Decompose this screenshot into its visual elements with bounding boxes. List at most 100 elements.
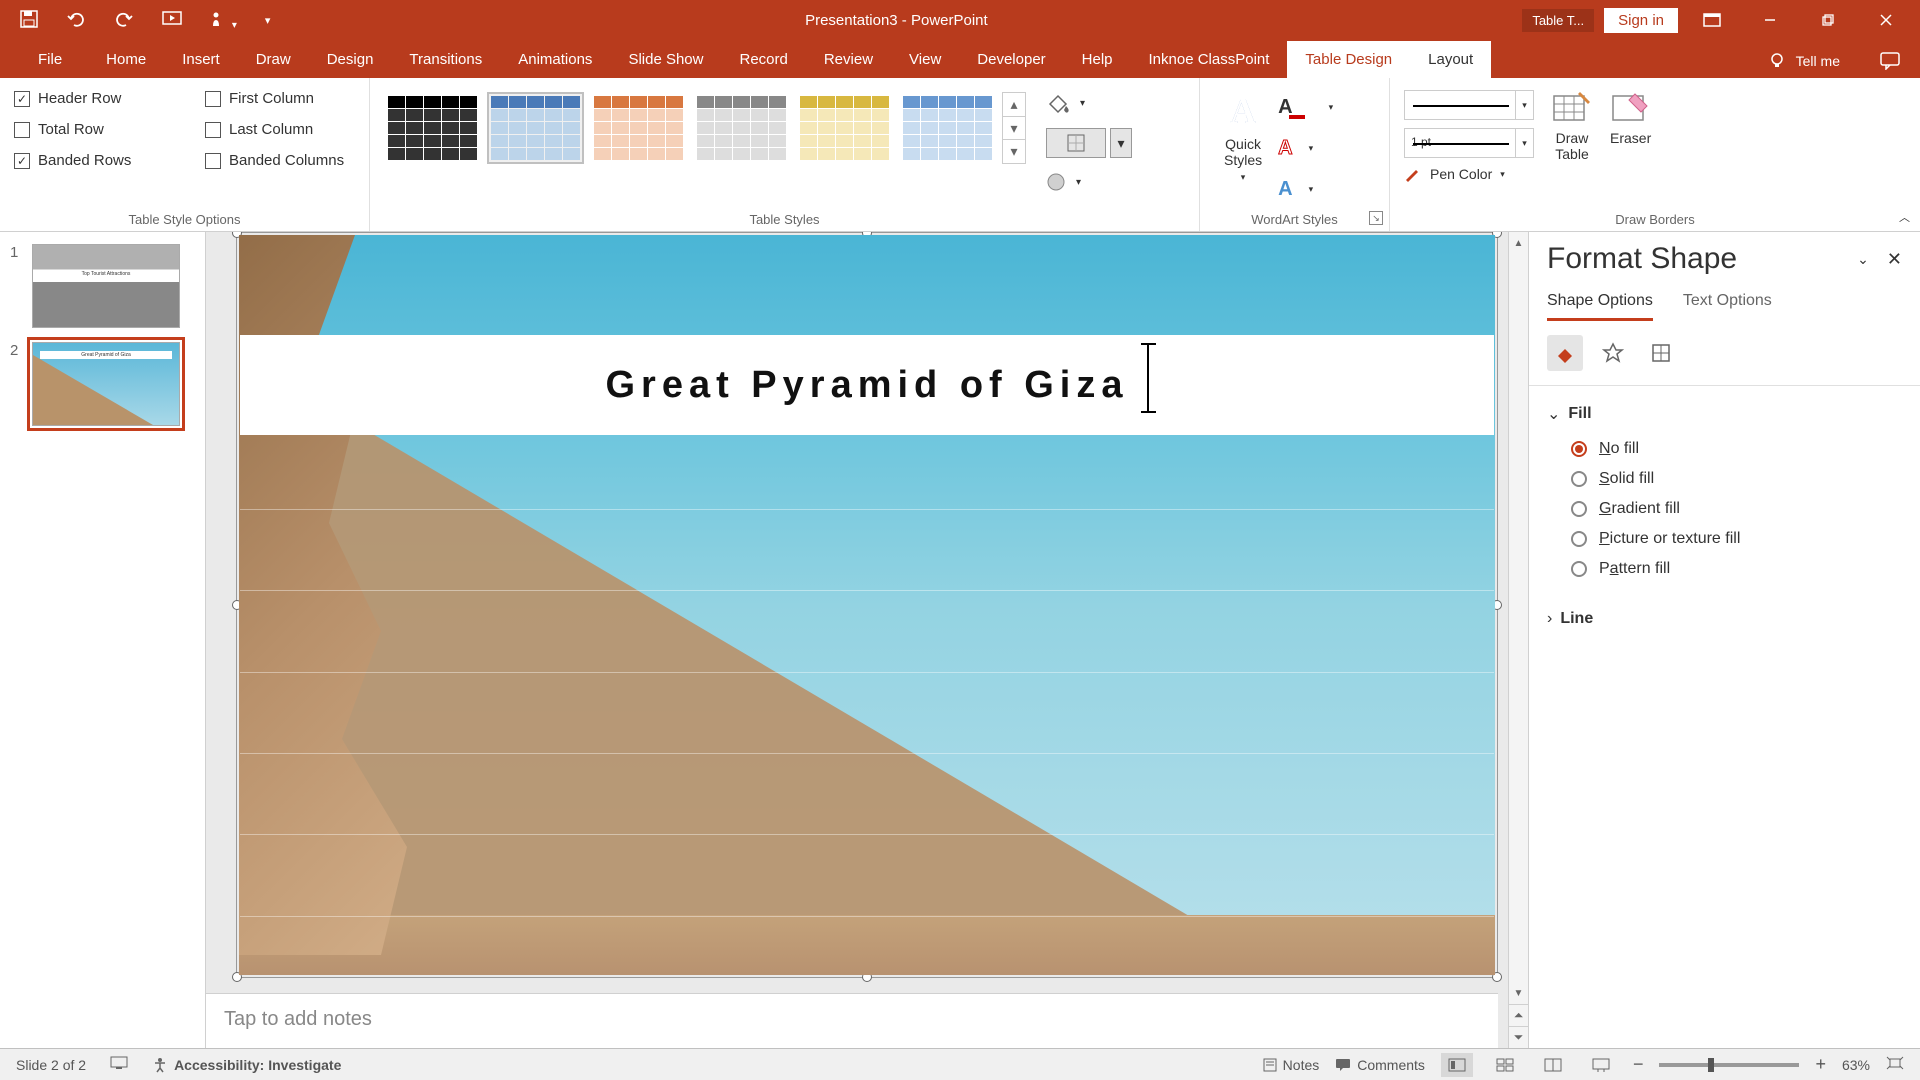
thumbnail-slide-2[interactable]: 2 Great Pyramid of Giza [10, 342, 195, 426]
normal-view-icon[interactable] [1441, 1053, 1473, 1077]
tab-developer[interactable]: Developer [959, 41, 1063, 78]
accessibility-status[interactable]: Accessibility: Investigate [152, 1057, 341, 1073]
zoom-slider[interactable] [1659, 1063, 1799, 1067]
tab-help[interactable]: Help [1064, 41, 1131, 78]
chk-total-row[interactable]: Total Row [14, 121, 169, 138]
quick-styles-button[interactable]: A Quick Styles ▾ [1214, 86, 1272, 205]
pane-options-icon[interactable]: ⌄ [1857, 251, 1869, 268]
restore-icon[interactable] [1804, 0, 1852, 40]
tell-me-search[interactable]: Tell me [1748, 52, 1920, 78]
text-fill-button[interactable]: A▾ [1278, 92, 1333, 123]
text-effects-button[interactable]: A▾ [1278, 174, 1333, 205]
tab-insert[interactable]: Insert [164, 41, 238, 78]
text-outline-button[interactable]: A▾ [1278, 133, 1333, 164]
display-settings-icon[interactable] [110, 1056, 128, 1073]
comments-icon[interactable] [1880, 52, 1900, 70]
scroll-down-icon[interactable]: ▼ [1509, 982, 1528, 1004]
table-style-4[interactable] [693, 92, 790, 164]
table-style-3[interactable] [590, 92, 687, 164]
shading-button[interactable]: ▾ [1046, 92, 1132, 114]
table-styles-more[interactable]: ▴▾▾ [1002, 92, 1026, 164]
zoom-thumb[interactable] [1708, 1058, 1714, 1072]
table-style-1[interactable] [384, 92, 481, 164]
fill-section-toggle[interactable]: ⌄ Fill [1547, 394, 1902, 434]
notes-pane[interactable]: Tap to add notes [206, 993, 1498, 1048]
close-icon[interactable] [1862, 0, 1910, 40]
tab-record[interactable]: Record [721, 41, 805, 78]
slideshow-icon[interactable] [162, 11, 182, 30]
tab-text-options[interactable]: Text Options [1683, 292, 1772, 321]
reading-view-icon[interactable] [1537, 1053, 1569, 1077]
table-style-6[interactable] [899, 92, 996, 164]
touch-mode-icon[interactable]: ▾ [210, 10, 237, 31]
comments-toggle[interactable]: Comments [1335, 1057, 1425, 1073]
effects-button[interactable]: ▾ [1046, 172, 1132, 192]
chk-header-row[interactable]: ✓Header Row [14, 90, 169, 107]
zoom-level[interactable]: 63% [1842, 1057, 1870, 1073]
table-style-5[interactable] [796, 92, 893, 164]
radio-solid-fill[interactable]: Solid fill [1571, 470, 1902, 488]
tab-classpoint[interactable]: Inknoe ClassPoint [1131, 41, 1288, 78]
pen-weight-dropdown[interactable]: 1 pt▾ [1404, 128, 1534, 158]
line-section-toggle[interactable]: › Line [1547, 600, 1902, 638]
save-icon[interactable] [20, 10, 38, 31]
tab-design[interactable]: Design [309, 41, 392, 78]
tab-file[interactable]: File [20, 41, 88, 78]
sign-in-button[interactable]: Sign in [1604, 8, 1678, 33]
close-pane-icon[interactable]: ✕ [1887, 249, 1902, 270]
title-text-band[interactable]: Great Pyramid of Giza [240, 335, 1494, 435]
tab-transitions[interactable]: Transitions [391, 41, 500, 78]
tab-animations[interactable]: Animations [500, 41, 610, 78]
size-tab-icon[interactable] [1643, 335, 1679, 371]
undo-icon[interactable] [66, 11, 86, 30]
next-slide-icon[interactable]: ⏷ [1509, 1026, 1528, 1048]
slideshow-view-icon[interactable] [1585, 1053, 1617, 1077]
chk-banded-columns[interactable]: Banded Columns [205, 152, 360, 169]
pen-style-dropdown[interactable]: ▾ [1404, 90, 1534, 120]
collapse-ribbon-icon[interactable]: ︿ [1899, 209, 1910, 225]
chk-banded-rows[interactable]: ✓Banded Rows [14, 152, 169, 169]
vertical-scrollbar[interactable]: ▲ ▼ ⏶ ⏷ [1508, 232, 1528, 1048]
tab-table-design[interactable]: Table Design [1287, 41, 1410, 78]
group-table-style-options: ✓Header Row First Column Total Row Last … [0, 78, 370, 231]
tab-home[interactable]: Home [88, 41, 164, 78]
minimize-icon[interactable] [1746, 0, 1794, 40]
zoom-in-icon[interactable]: + [1815, 1054, 1826, 1075]
tab-shape-options[interactable]: Shape Options [1547, 292, 1653, 321]
prev-slide-icon[interactable]: ⏶ [1509, 1004, 1528, 1026]
tab-review[interactable]: Review [806, 41, 891, 78]
radio-picture-fill[interactable]: Picture or texture fill [1571, 530, 1902, 548]
fit-to-window-icon[interactable] [1886, 1056, 1904, 1073]
fill-line-tab-icon[interactable] [1547, 335, 1583, 371]
notes-toggle[interactable]: Notes [1263, 1057, 1320, 1073]
chk-first-column[interactable]: First Column [205, 90, 360, 107]
pen-color-button[interactable]: Pen Color ▾ [1404, 166, 1534, 182]
scroll-up-icon[interactable]: ▲ [1509, 232, 1528, 254]
borders-dropdown[interactable]: ▾ [1110, 128, 1132, 158]
table-styles-gallery[interactable]: ▴▾▾ [384, 86, 1026, 192]
tab-view[interactable]: View [891, 41, 959, 78]
slide-counter[interactable]: Slide 2 of 2 [16, 1057, 86, 1073]
wordart-launcher-icon[interactable]: ↘ [1369, 211, 1383, 225]
ribbon-display-options-icon[interactable] [1688, 0, 1736, 40]
draw-table-button[interactable]: Draw Table [1552, 90, 1592, 182]
slide-editor[interactable]: Great Pyramid of Giza Tap to add notes ▲… [206, 232, 1528, 1048]
borders-button[interactable] [1046, 128, 1106, 158]
radio-gradient-fill[interactable]: Gradient fill [1571, 500, 1902, 518]
slide-title-text[interactable]: Great Pyramid of Giza [605, 364, 1128, 407]
chevron-down-icon: ⌄ [1547, 404, 1560, 424]
radio-no-fill[interactable]: No fill [1571, 440, 1902, 458]
slide-sorter-icon[interactable] [1489, 1053, 1521, 1077]
effects-tab-icon[interactable] [1595, 335, 1631, 371]
redo-icon[interactable] [114, 11, 134, 30]
tab-slideshow[interactable]: Slide Show [610, 41, 721, 78]
object-selection[interactable]: Great Pyramid of Giza [236, 232, 1498, 978]
eraser-button[interactable]: Eraser [1610, 90, 1651, 182]
table-style-2[interactable] [487, 92, 584, 164]
tab-layout[interactable]: Layout [1410, 41, 1491, 78]
radio-pattern-fill[interactable]: Pattern fill [1571, 560, 1902, 578]
tab-draw[interactable]: Draw [238, 41, 309, 78]
zoom-out-icon[interactable]: − [1633, 1054, 1644, 1075]
chk-last-column[interactable]: Last Column [205, 121, 360, 138]
thumbnail-slide-1[interactable]: 1 [10, 244, 195, 328]
